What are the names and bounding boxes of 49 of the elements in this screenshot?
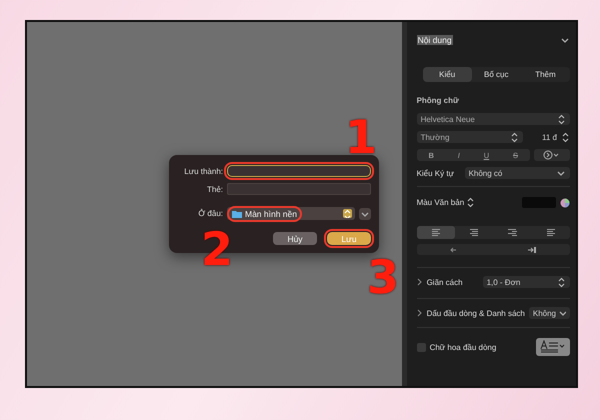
checkbox[interactable] — [416, 342, 426, 352]
text-field[interactable] — [227, 183, 371, 195]
field-label: Kiểu Ký tự — [416, 168, 455, 178]
color-wheel-icon — [560, 198, 570, 208]
field-label: Ở đâu: — [197, 209, 223, 218]
cancel-button[interactable]: Hủy — [273, 232, 317, 245]
indent-icon — [526, 246, 537, 254]
tab[interactable]: Thêm — [520, 67, 570, 82]
stepper-icon — [561, 132, 570, 142]
folder-icon — [232, 210, 242, 218]
disclosure-icon — [416, 309, 423, 317]
field-label: Thẻ: — [206, 184, 223, 194]
circle-chevron-icon — [543, 150, 561, 160]
align-icon — [469, 228, 480, 236]
section-label[interactable]: Dấu đầu dòng & Danh sách — [426, 308, 525, 318]
tab[interactable]: Kiểu — [422, 67, 472, 82]
step-number: 3 — [367, 254, 400, 300]
stepper-icon — [343, 209, 352, 218]
stepper-icon — [466, 197, 476, 208]
field-label: Màu Văn bản — [416, 198, 464, 207]
bullets-dropdown[interactable]: Không — [528, 307, 570, 319]
disclosure-icon — [416, 278, 423, 286]
text-field[interactable] — [227, 165, 371, 177]
font-dropdown[interactable]: Helvetica Neue — [416, 113, 570, 125]
section-label[interactable]: Giãn cách — [426, 278, 479, 286]
char-style-dropdown[interactable]: Không có — [464, 167, 570, 179]
checkbox-label: Chữ hoa đầu dòng — [430, 342, 498, 352]
tab[interactable]: Bố cục — [472, 67, 521, 82]
options-button[interactable] — [534, 149, 570, 161]
size-field[interactable]: 11 đ — [527, 132, 557, 142]
align-icon — [430, 228, 441, 236]
align-icon — [546, 228, 556, 236]
location-value: Màn hình nền — [230, 208, 299, 218]
stepper-icon — [557, 114, 566, 124]
section-title[interactable]: Nội dung — [416, 35, 453, 45]
align-icon — [507, 228, 518, 236]
stepper-icon — [510, 132, 519, 142]
step-number: 2 — [201, 226, 234, 272]
spacing-dropdown[interactable]: 1,0 - Đơn — [482, 276, 570, 288]
drop-cap-icon — [540, 340, 566, 354]
section-heading: Phông chữ — [416, 96, 460, 105]
expand-button[interactable] — [359, 208, 371, 220]
drop-cap-button[interactable] — [536, 338, 570, 356]
step-number: 1 — [345, 114, 378, 160]
field-label: Lưu thành: — [183, 166, 223, 176]
stepper-icon — [557, 276, 566, 288]
style-dropdown[interactable]: Thường — [416, 131, 523, 143]
align-button[interactable] — [416, 226, 455, 239]
location-dropdown[interactable]: Màn hình nền — [227, 207, 355, 220]
